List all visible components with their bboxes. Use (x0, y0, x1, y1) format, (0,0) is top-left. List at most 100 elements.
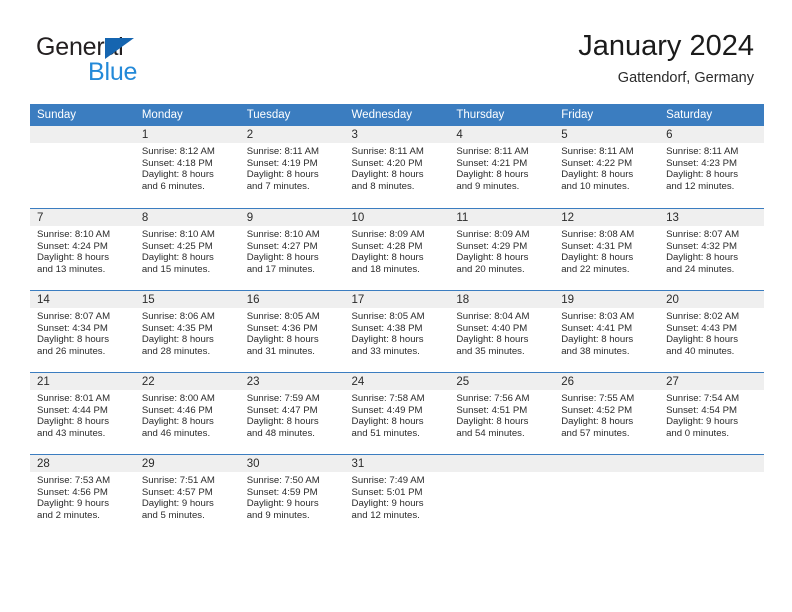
day-number (30, 126, 135, 143)
daylight-text-line1: Daylight: 8 hours (246, 416, 319, 428)
calendar-day[interactable]: 19 Sunrise: 8:03 AM Sunset: 4:41 PM Dayligh… (554, 290, 660, 372)
generalblue-logo[interactable]: General Blue (36, 33, 226, 89)
sunrise-text: Sunrise: 8:12 AM (141, 146, 215, 157)
weekday-header-tuesday: Tuesday (239, 104, 345, 126)
calendar-week-row: 7 Sunrise: 8:10 AM Sunset: 4:24 PM Daylight… (30, 208, 764, 290)
calendar-day[interactable]: 24 Sunrise: 7:58 AM Sunset: 4:49 PM Dayligh… (344, 372, 450, 454)
calendar-week-row: 1 Sunrise: 8:12 AM Sunset: 4:18 PM Daylight… (30, 126, 764, 208)
day-number: 8 (134, 209, 240, 226)
day-number: 12 (554, 209, 660, 226)
sunrise-text: Sunrise: 8:04 AM (456, 311, 530, 322)
daylight-text-line1: Daylight: 8 hours (456, 334, 529, 346)
day-details: Sunrise: 8:10 AM Sunset: 4:25 PM Daylight:… (135, 226, 240, 275)
calendar-day[interactable]: 28 Sunrise: 7:53 AM Sunset: 4:56 PM Dayligh… (30, 454, 135, 536)
daylight-text-line1: Daylight: 8 hours (351, 252, 424, 264)
sunrise-text: Sunrise: 8:11 AM (246, 146, 320, 157)
sunrise-text: Sunrise: 8:11 AM (561, 146, 634, 157)
day-number: 15 (134, 291, 240, 308)
sunset-text: Sunset: 5:01 PM (351, 486, 423, 498)
daylight-text-line1: Daylight: 8 hours (561, 169, 634, 181)
day-number: 31 (344, 455, 450, 472)
day-number: 30 (239, 455, 345, 472)
daylight-text-line2: and 51 minutes. (351, 427, 420, 439)
calendar-day[interactable]: 22 Sunrise: 8:00 AM Sunset: 4:46 PM Dayligh… (134, 372, 240, 454)
calendar-day[interactable]: 15 Sunrise: 8:06 AM Sunset: 4:35 PM Dayligh… (134, 290, 240, 372)
calendar-day[interactable]: 25 Sunrise: 7:56 AM Sunset: 4:51 PM Dayligh… (449, 372, 555, 454)
calendar-day[interactable]: 14 Sunrise: 8:07 AM Sunset: 4:34 PM Dayligh… (30, 290, 135, 372)
day-number: 16 (239, 291, 345, 308)
day-details: Sunrise: 8:00 AM Sunset: 4:46 PM Daylight:… (135, 390, 240, 439)
calendar-day[interactable]: 12 Sunrise: 8:08 AM Sunset: 4:31 PM Dayligh… (554, 208, 660, 290)
sunrise-text: Sunrise: 8:10 AM (141, 229, 215, 240)
calendar-day[interactable]: 10 Sunrise: 8:09 AM Sunset: 4:28 PM Dayligh… (344, 208, 450, 290)
calendar-cell: 22 Sunrise: 8:00 AM Sunset: 4:46 PM Dayligh… (134, 372, 240, 454)
calendar-cell: 25 Sunrise: 7:56 AM Sunset: 4:51 PM Dayligh… (449, 372, 555, 454)
calendar-day[interactable]: 17 Sunrise: 8:05 AM Sunset: 4:38 PM Dayligh… (344, 290, 450, 372)
sunrise-text: Sunrise: 8:11 AM (666, 146, 739, 157)
calendar-day[interactable]: 5 Sunrise: 8:11 AM Sunset: 4:22 PM Daylight… (554, 126, 660, 208)
calendar-day-empty (659, 454, 764, 536)
calendar-cell: 19 Sunrise: 8:03 AM Sunset: 4:41 PM Dayligh… (554, 290, 660, 372)
calendar-day[interactable]: 30 Sunrise: 7:50 AM Sunset: 4:59 PM Dayligh… (239, 454, 345, 536)
sunset-text: Sunset: 4:28 PM (351, 240, 423, 252)
calendar-day[interactable]: 13 Sunrise: 8:07 AM Sunset: 4:32 PM Dayligh… (659, 208, 764, 290)
sunset-text: Sunset: 4:23 PM (666, 157, 737, 169)
daylight-text-line2: and 54 minutes. (456, 427, 525, 439)
calendar-day[interactable]: 29 Sunrise: 7:51 AM Sunset: 4:57 PM Dayligh… (134, 454, 240, 536)
calendar-day[interactable]: 26 Sunrise: 7:55 AM Sunset: 4:52 PM Dayligh… (554, 372, 660, 454)
day-number: 2 (239, 126, 345, 143)
calendar-cell: 13 Sunrise: 8:07 AM Sunset: 4:32 PM Dayligh… (659, 208, 764, 290)
calendar-day[interactable]: 8 Sunrise: 8:10 AM Sunset: 4:25 PM Daylight… (134, 208, 240, 290)
daylight-text-line2: and 28 minutes. (141, 345, 211, 357)
daylight-text-line1: Daylight: 8 hours (246, 169, 319, 181)
calendar-day[interactable]: 7 Sunrise: 8:10 AM Sunset: 4:24 PM Daylight… (30, 208, 135, 290)
day-details: Sunrise: 8:12 AM Sunset: 4:18 PM Daylight:… (135, 143, 240, 192)
daylight-text-line2: and 35 minutes. (456, 345, 525, 357)
day-details: Sunrise: 8:03 AM Sunset: 4:41 PM Daylight:… (554, 308, 659, 357)
day-details: Sunrise: 8:09 AM Sunset: 4:29 PM Daylight:… (449, 226, 554, 275)
daylight-text-line1: Daylight: 8 hours (351, 169, 424, 181)
calendar-day[interactable]: 16 Sunrise: 8:05 AM Sunset: 4:36 PM Dayligh… (239, 290, 345, 372)
daylight-text-line1: Daylight: 8 hours (561, 252, 634, 264)
calendar-day[interactable]: 4 Sunrise: 8:11 AM Sunset: 4:21 PM Daylight… (449, 126, 555, 208)
calendar-day[interactable]: 27 Sunrise: 7:54 AM Sunset: 4:54 PM Dayligh… (659, 372, 764, 454)
calendar-day[interactable]: 23 Sunrise: 7:59 AM Sunset: 4:47 PM Dayligh… (239, 372, 345, 454)
calendar-cell: 17 Sunrise: 8:05 AM Sunset: 4:38 PM Dayligh… (344, 290, 450, 372)
calendar-day[interactable]: 2 Sunrise: 8:11 AM Sunset: 4:19 PM Daylight… (239, 126, 345, 208)
calendar-cell: 15 Sunrise: 8:06 AM Sunset: 4:35 PM Dayligh… (134, 290, 240, 372)
calendar-cell: 1 Sunrise: 8:12 AM Sunset: 4:18 PM Daylight… (134, 126, 240, 208)
calendar-day[interactable]: 31 Sunrise: 7:49 AM Sunset: 5:01 PM Dayligh… (344, 454, 450, 536)
calendar-day[interactable]: 9 Sunrise: 8:10 AM Sunset: 4:27 PM Daylight… (239, 208, 345, 290)
daylight-text-line1: Daylight: 9 hours (246, 498, 319, 510)
daylight-text-line1: Daylight: 8 hours (456, 169, 529, 181)
calendar-day[interactable]: 6 Sunrise: 8:11 AM Sunset: 4:23 PM Daylight… (659, 126, 764, 208)
day-number: 13 (659, 209, 764, 226)
calendar-cell: 3 Sunrise: 8:11 AM Sunset: 4:20 PM Daylight… (344, 126, 450, 208)
daylight-text-line2: and 6 minutes. (141, 180, 205, 192)
day-details: Sunrise: 8:11 AM Sunset: 4:20 PM Daylight:… (345, 143, 450, 192)
sunset-text: Sunset: 4:35 PM (141, 322, 213, 334)
calendar-cell: 27 Sunrise: 7:54 AM Sunset: 4:54 PM Dayligh… (659, 372, 764, 454)
daylight-text-line2: and 2 minutes. (37, 509, 100, 521)
day-number: 1 (134, 126, 240, 143)
calendar-header-row: Sunday Monday Tuesday Wednesday Thursday… (30, 104, 764, 126)
day-details: Sunrise: 8:11 AM Sunset: 4:19 PM Daylight:… (240, 143, 345, 192)
day-details: Sunrise: 7:54 AM Sunset: 4:54 PM Daylight:… (659, 390, 764, 439)
calendar-day[interactable]: 3 Sunrise: 8:11 AM Sunset: 4:20 PM Daylight… (344, 126, 450, 208)
calendar-day[interactable]: 1 Sunrise: 8:12 AM Sunset: 4:18 PM Daylight… (134, 126, 240, 208)
day-number: 4 (449, 126, 555, 143)
day-number: 10 (344, 209, 450, 226)
calendar-cell: 9 Sunrise: 8:10 AM Sunset: 4:27 PM Daylight… (239, 208, 345, 290)
day-details: Sunrise: 7:49 AM Sunset: 5:01 PM Daylight:… (345, 472, 450, 521)
calendar-day[interactable]: 11 Sunrise: 8:09 AM Sunset: 4:29 PM Dayligh… (449, 208, 555, 290)
calendar-day[interactable]: 20 Sunrise: 8:02 AM Sunset: 4:43 PM Dayligh… (659, 290, 764, 372)
page-title: January 2024 (578, 30, 754, 62)
daylight-text-line1: Daylight: 8 hours (141, 334, 214, 346)
weekday-header-thursday: Thursday (449, 104, 555, 126)
weekday-header-sunday: Sunday (30, 104, 135, 126)
daylight-text-line2: and 18 minutes. (351, 263, 420, 275)
calendar-day[interactable]: 21 Sunrise: 8:01 AM Sunset: 4:44 PM Dayligh… (30, 372, 135, 454)
day-number: 29 (134, 455, 240, 472)
calendar-day[interactable]: 18 Sunrise: 8:04 AM Sunset: 4:40 PM Dayligh… (449, 290, 555, 372)
day-details: Sunrise: 8:11 AM Sunset: 4:21 PM Daylight:… (449, 143, 554, 192)
